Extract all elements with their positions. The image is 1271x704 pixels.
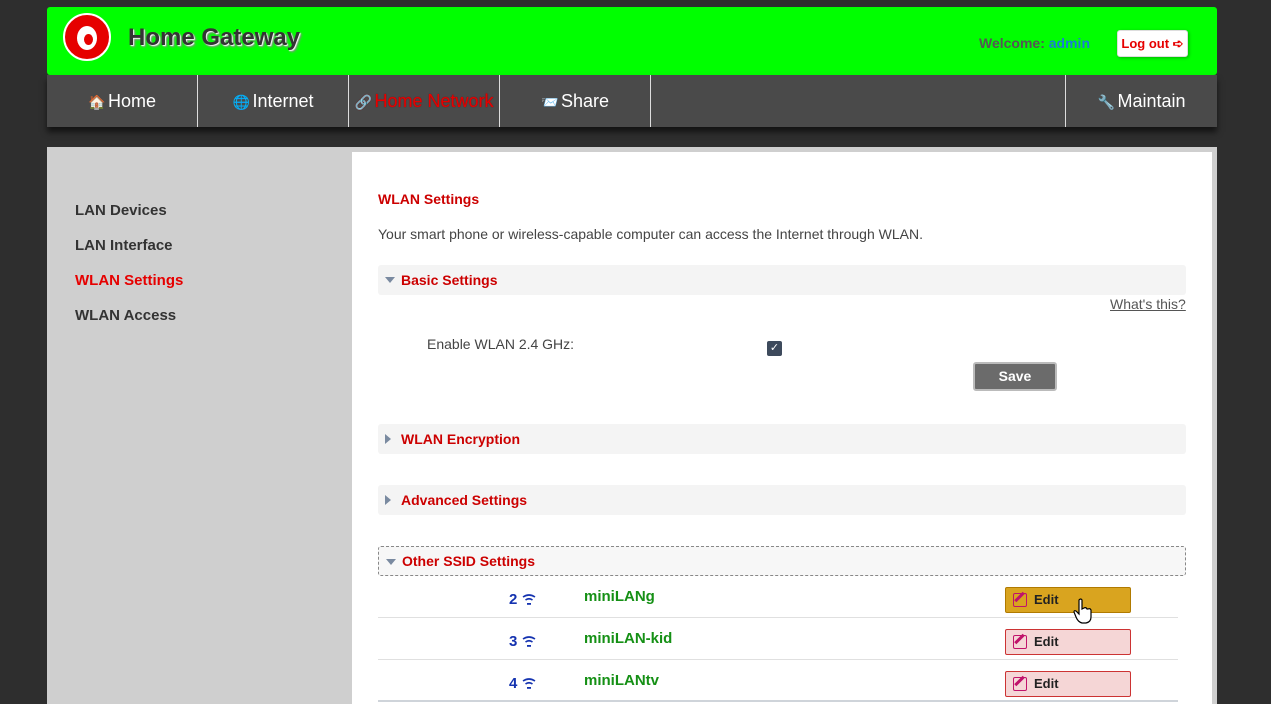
other-ssid-label: Other SSID Settings [402, 553, 536, 569]
ssid-index: 4 [509, 675, 518, 692]
sidebar-item-wlan-settings[interactable]: WLAN Settings [75, 272, 183, 289]
expand-arrow-icon [385, 495, 391, 505]
ssid-row: 3 miniLAN-kid Edit [378, 618, 1178, 660]
edit-button[interactable]: Edit [1005, 629, 1131, 655]
sidebar-item-wlan-access[interactable]: WLAN Access [75, 307, 176, 324]
edit-label: Edit [1034, 592, 1059, 607]
nav-internet-label: Internet [252, 91, 314, 111]
expand-arrow-icon [385, 434, 391, 444]
collapse-arrow-icon [385, 277, 395, 283]
wrench-icon: 🔧 [1097, 94, 1116, 110]
page-title: WLAN Settings [378, 191, 480, 207]
envelope-icon: 📨 [541, 94, 559, 110]
app-title: Home Gateway [128, 24, 301, 51]
nav-share[interactable]: 📨 Share [500, 75, 651, 127]
content-area: LAN Devices LAN Interface WLAN Settings … [47, 147, 1217, 704]
advanced-settings-header[interactable]: Advanced Settings [378, 485, 1186, 515]
collapse-arrow-icon [386, 559, 396, 565]
ssid-index: 3 [509, 633, 518, 650]
edit-label: Edit [1034, 634, 1059, 649]
wifi-icon [522, 636, 536, 647]
page-description: Your smart phone or wireless-capable com… [378, 226, 923, 242]
wifi-icon [522, 678, 536, 689]
ssid-name: miniLANg [584, 588, 655, 605]
nav-internet[interactable]: 🌐 Internet [198, 75, 349, 127]
house-icon: 🏠 [88, 94, 106, 110]
wifi-icon [522, 594, 536, 605]
sidebar-item-lan-devices[interactable]: LAN Devices [75, 202, 167, 219]
edit-icon [1013, 635, 1027, 649]
nav-share-label: Share [560, 91, 610, 111]
basic-settings-label: Basic Settings [401, 272, 498, 288]
header-bar: Home Gateway Welcome: admin Log out ➪ [47, 7, 1217, 75]
nav-home-network[interactable]: 🔗 Home Network [349, 75, 500, 127]
logout-button[interactable]: Log out ➪ [1117, 30, 1188, 57]
wlan-encryption-label: WLAN Encryption [401, 431, 520, 447]
ssid-index: 2 [509, 591, 518, 608]
ssid-row: 2 miniLANg Edit [378, 576, 1178, 618]
main-nav: 🏠 Home 🌐 Internet 🔗 Home Network 📨 Share 🔧 Ma… [47, 75, 1217, 127]
ssid-name: miniLAN-kid [584, 630, 673, 647]
nav-home-network-label: Home Network [374, 91, 494, 111]
link-icon: 🔗 [354, 94, 373, 110]
welcome-label: Welcome: [979, 35, 1045, 51]
edit-button[interactable]: Edit [1005, 587, 1131, 613]
enable-wlan-checkbox[interactable]: ✓ [767, 341, 782, 356]
advanced-settings-label: Advanced Settings [401, 492, 528, 508]
nav-maintain-label: Maintain [1117, 91, 1186, 111]
edit-icon [1013, 593, 1027, 607]
basic-settings-header[interactable]: Basic Settings [378, 265, 1186, 295]
vodafone-logo [63, 13, 111, 61]
edit-icon [1013, 677, 1027, 691]
nav-maintain[interactable]: 🔧 Maintain [1065, 75, 1217, 127]
whats-this-link[interactable]: What's this? [1110, 296, 1186, 312]
wlan-encryption-header[interactable]: WLAN Encryption [378, 424, 1186, 454]
username-link[interactable]: admin [1049, 35, 1090, 51]
nav-home-label: Home [107, 91, 156, 111]
sidebar-item-lan-interface[interactable]: LAN Interface [75, 237, 173, 254]
enable-wlan-label: Enable WLAN 2.4 GHz: [427, 336, 575, 352]
welcome-text: Welcome: admin [979, 35, 1090, 51]
nav-home[interactable]: 🏠 Home [47, 75, 198, 127]
ssid-name: miniLANtv [584, 672, 659, 689]
globe-icon: 🌐 [232, 94, 251, 110]
edit-button[interactable]: Edit [1005, 671, 1131, 697]
ssid-row: 4 miniLANtv Edit [378, 660, 1178, 702]
save-button[interactable]: Save [973, 362, 1057, 391]
edit-label: Edit [1034, 676, 1059, 691]
other-ssid-header[interactable]: Other SSID Settings [378, 546, 1186, 576]
hand-pointer-icon [1073, 598, 1092, 624]
